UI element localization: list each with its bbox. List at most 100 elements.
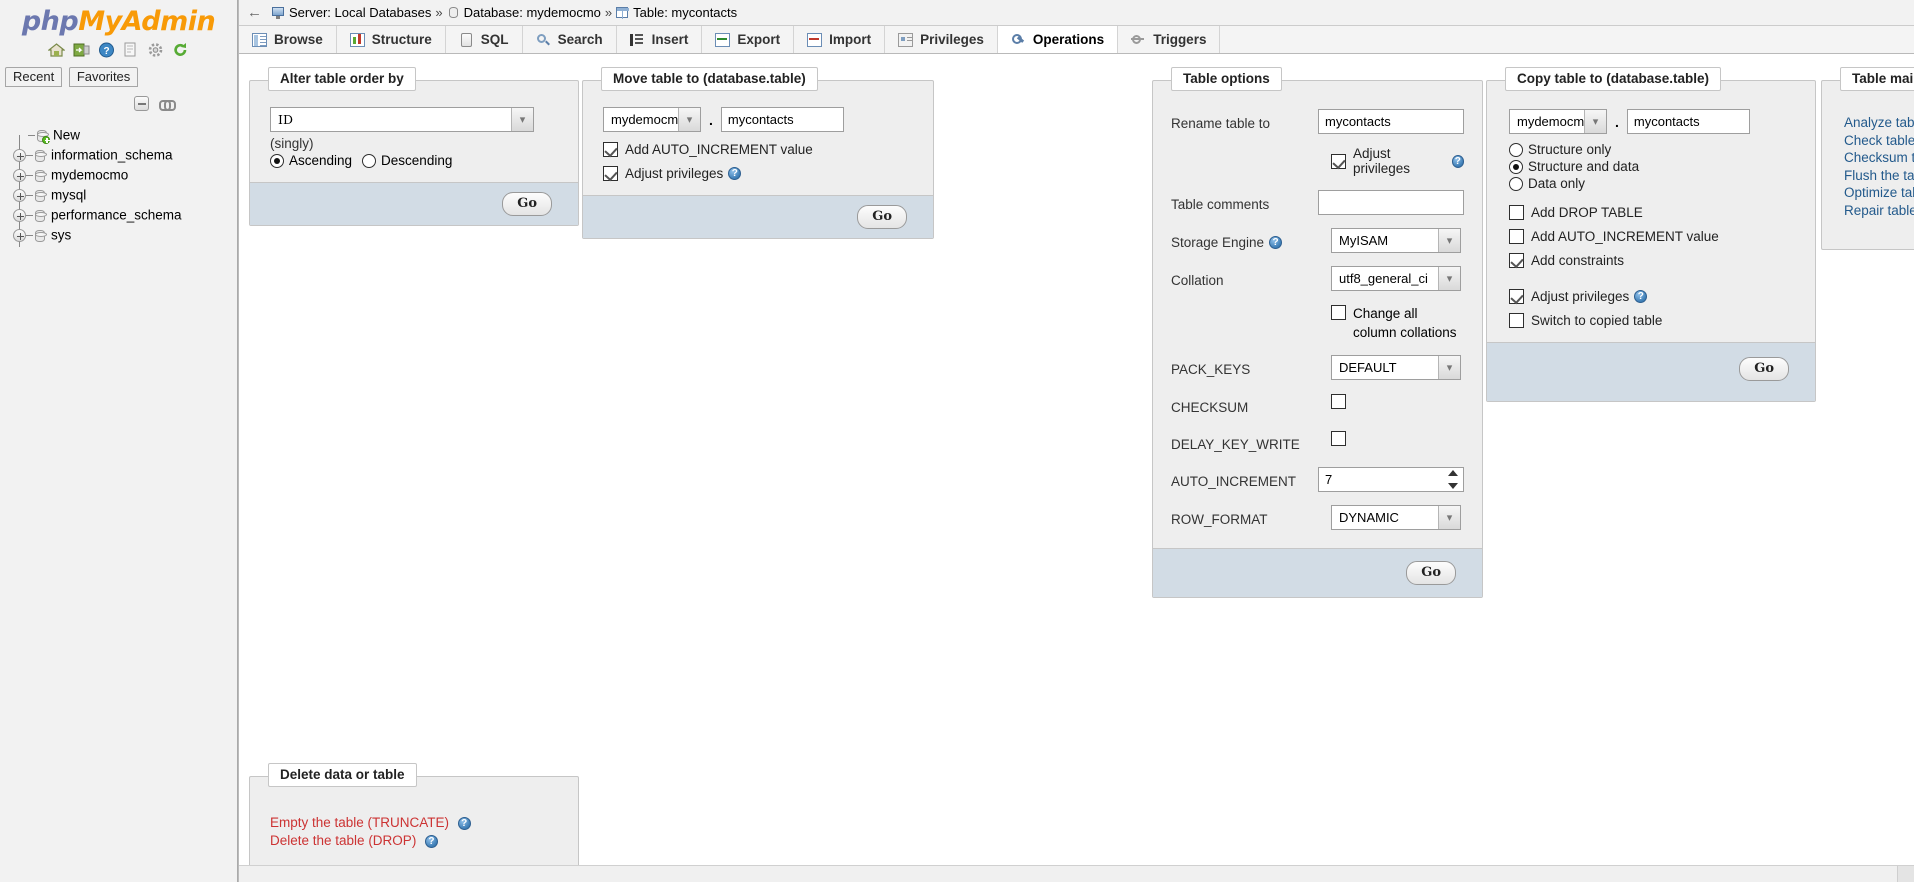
maintenance-link-repair[interactable]: Repair table <box>1844 202 1914 220</box>
radio-descending[interactable]: Descending <box>362 153 452 168</box>
back-icon[interactable]: ← <box>247 5 265 20</box>
copy-table-go-button[interactable]: Go <box>1739 357 1789 381</box>
radio-dot[interactable] <box>1509 159 1523 174</box>
tree-item-new[interactable]: New <box>13 125 237 145</box>
auto-increment-input[interactable] <box>1318 467 1464 492</box>
help-icon[interactable] <box>728 167 742 180</box>
radio-ascending-dot[interactable] <box>270 153 284 168</box>
checkbox-box[interactable] <box>1509 313 1524 328</box>
maintenance-link-label[interactable]: Analyze table <box>1844 115 1914 130</box>
maintenance-link-analyze[interactable]: Analyze table <box>1844 114 1914 132</box>
home-icon[interactable] <box>47 42 67 58</box>
tab-triggers[interactable]: Triggers <box>1118 26 1221 53</box>
row-format-select[interactable]: DYNAMIC <box>1331 505 1461 530</box>
delete-link-label[interactable]: Delete the table (DROP) <box>270 833 416 848</box>
checkbox-box[interactable] <box>603 166 618 181</box>
auto-increment-stepper[interactable] <box>1318 467 1464 492</box>
maintenance-link-label[interactable]: Repair table <box>1844 203 1914 218</box>
move-table-name-input[interactable] <box>720 107 844 132</box>
help-icon[interactable] <box>1634 290 1648 303</box>
maintenance-link-label[interactable]: Optimize table <box>1844 185 1914 200</box>
checkbox-box[interactable] <box>1331 305 1346 320</box>
delete-link-label[interactable]: Empty the table (TRUNCATE) <box>270 815 449 830</box>
copy-add-auto-increment-checkbox[interactable]: Add AUTO_INCREMENT value <box>1509 229 1793 244</box>
table-comments-input[interactable] <box>1318 190 1464 215</box>
radio-data-only[interactable]: Data only <box>1509 176 1793 191</box>
docs-icon[interactable] <box>122 42 139 58</box>
order-column-select[interactable]: ID <box>270 107 534 132</box>
rename-table-input[interactable] <box>1318 109 1464 134</box>
breadcrumb-database[interactable]: Database: mydemocmo <box>464 5 601 20</box>
reload-icon[interactable] <box>172 42 189 58</box>
checkbox-box[interactable] <box>603 142 618 157</box>
tab-insert[interactable]: Insert <box>616 26 703 53</box>
copy-switch-to-copied-checkbox[interactable]: Switch to copied table <box>1509 313 1793 328</box>
table-options-go-button[interactable]: Go <box>1406 561 1456 585</box>
horizontal-scrollbar[interactable] <box>239 865 1914 882</box>
maintenance-link-label[interactable]: Flush the table (FLUSH) <box>1844 168 1914 183</box>
breadcrumb-table[interactable]: Table: mycontacts <box>633 5 737 20</box>
alter-order-go-button[interactable]: Go <box>502 192 552 216</box>
settings-icon[interactable] <box>147 42 164 58</box>
expand-icon[interactable] <box>13 229 26 243</box>
radio-dot[interactable] <box>1509 176 1523 191</box>
expand-icon[interactable] <box>13 189 26 203</box>
copy-table-name-input[interactable] <box>1626 109 1750 134</box>
tab-privileges[interactable]: Privileges <box>885 26 998 53</box>
tab-export[interactable]: Export <box>702 26 795 53</box>
radio-structure-and-data[interactable]: Structure and data <box>1509 159 1793 174</box>
sidebar-tab-favorites[interactable]: Favorites <box>68 67 139 87</box>
move-add-auto-increment-checkbox[interactable]: Add AUTO_INCREMENT value <box>603 142 913 157</box>
radio-structure-only[interactable]: Structure only <box>1509 142 1793 157</box>
breadcrumb-server[interactable]: Server: Local Databases <box>289 5 431 20</box>
radio-dot[interactable] <box>1509 142 1523 157</box>
move-table-go-button[interactable]: Go <box>857 205 907 229</box>
pack-keys-select[interactable]: DEFAULT <box>1331 355 1461 380</box>
tab-structure[interactable]: Structure <box>336 26 446 53</box>
maintenance-link-check[interactable]: Check table <box>1844 132 1914 150</box>
help-icon[interactable] <box>457 817 471 831</box>
tree-item-performance_schema[interactable]: performance_schema <box>13 205 237 225</box>
copy-add-constraints-checkbox[interactable]: Add constraints <box>1509 253 1793 268</box>
maintenance-link-label[interactable]: Check table <box>1844 133 1914 148</box>
sidebar-tab-recent[interactable]: Recent <box>5 67 63 87</box>
delay-key-write-checkbox[interactable] <box>1331 431 1346 447</box>
tab-search[interactable]: Search <box>522 26 617 53</box>
tree-item-mydemocmo[interactable]: mydemocmo <box>13 165 237 185</box>
help-icon[interactable] <box>424 835 438 849</box>
maintenance-link-label[interactable]: Checksum table <box>1844 150 1914 165</box>
checkbox-box[interactable] <box>1509 289 1524 304</box>
delete-link-drop[interactable]: Delete the table (DROP) <box>270 832 558 850</box>
tree-item-information_schema[interactable]: information_schema <box>13 145 237 165</box>
delete-link-truncate[interactable]: Empty the table (TRUNCATE) <box>270 814 558 832</box>
tab-browse[interactable]: Browse <box>239 26 337 53</box>
tab-operations[interactable]: Operations <box>997 26 1119 53</box>
logout-icon[interactable] <box>73 42 90 58</box>
link-with-main-panel-icon[interactable] <box>159 98 176 111</box>
tree-item-mysql[interactable]: mysql <box>13 185 237 205</box>
tree-item-sys[interactable]: sys <box>13 225 237 245</box>
change-all-collations-checkbox[interactable]: Change all column collations <box>1331 304 1464 342</box>
tab-sql[interactable]: SQL <box>445 26 523 53</box>
copy-add-drop-table-checkbox[interactable]: Add DROP TABLE <box>1509 205 1793 220</box>
copy-adjust-privileges-checkbox[interactable]: Adjust privileges <box>1509 289 1793 304</box>
help-icon[interactable]: ? <box>98 42 115 58</box>
expand-icon[interactable] <box>13 209 26 223</box>
collation-select[interactable]: utf8_general_ci <box>1331 266 1461 291</box>
pma-logo[interactable]: phpMyAdmin <box>0 0 237 37</box>
maintenance-link-checksum[interactable]: Checksum table <box>1844 149 1914 167</box>
options-adjust-privileges-checkbox[interactable]: Adjust privileges <box>1331 146 1464 176</box>
help-icon[interactable] <box>1451 154 1464 168</box>
move-database-select[interactable]: mydemocmo <box>603 107 701 132</box>
copy-database-select[interactable]: mydemocmo <box>1509 109 1607 134</box>
checkbox-box[interactable] <box>1509 253 1524 268</box>
move-adjust-privileges-checkbox[interactable]: Adjust privileges <box>603 166 913 181</box>
maintenance-link-flush[interactable]: Flush the table (FLUSH) <box>1844 167 1914 185</box>
checkbox-box[interactable] <box>1331 153 1346 169</box>
spinner-icon[interactable] <box>1448 470 1460 489</box>
maintenance-link-optimize[interactable]: Optimize table <box>1844 184 1914 202</box>
radio-ascending[interactable]: Ascending <box>270 153 352 168</box>
expand-icon[interactable] <box>13 149 26 163</box>
checkbox-box[interactable] <box>1509 229 1524 244</box>
tab-import[interactable]: Import <box>794 26 886 53</box>
